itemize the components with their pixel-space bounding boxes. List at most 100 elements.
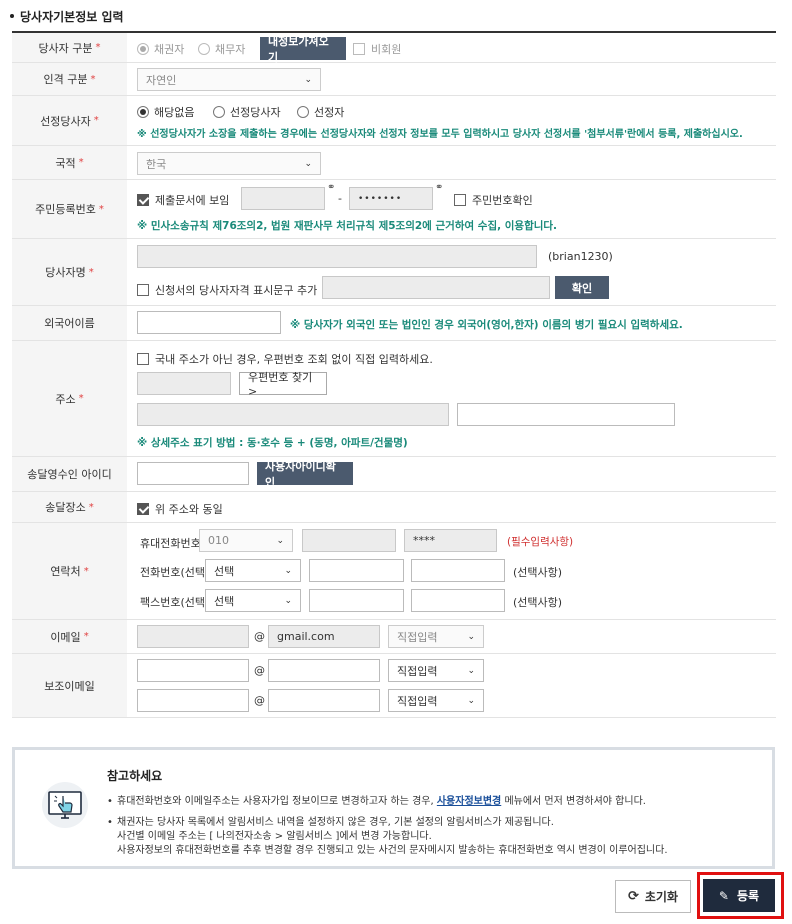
phrase-input[interactable] bbox=[322, 276, 550, 299]
address-note: ※ 상세주소 표기 방법 : 동·호수 등 + (동명, 아파트/건물명) bbox=[137, 437, 408, 449]
label-party-name: 당사자명 * bbox=[12, 239, 127, 305]
rrn-confirm-checkbox[interactable]: 주민번호확인 bbox=[454, 192, 533, 208]
reference-line-4: 사용자정보의 휴대전화번호를 추후 변경할 경우 진행되고 있는 사건의 문자메… bbox=[117, 845, 668, 856]
row-person-type: 인격 구분 * 자연인 ⌄ bbox=[12, 63, 776, 96]
sub-email-local-input-1[interactable] bbox=[137, 659, 249, 682]
mobile-required-note: (필수입력사항) bbox=[507, 536, 574, 548]
label-service-place: 송달장소 * bbox=[12, 492, 127, 522]
row-service-place: 송달장소 * 위 주소와 동일 bbox=[12, 492, 776, 523]
sub-email-at-2: @ bbox=[254, 694, 265, 707]
load-my-info-button[interactable]: 내정보가져오기 bbox=[260, 35, 346, 64]
label-person-type: 인격 구분 * bbox=[12, 63, 127, 95]
row-sub-email: 보조이메일 @ 직접입력 ⌄ @ 직접입력 ⌄ bbox=[12, 654, 776, 718]
add-phrase-checkbox[interactable]: 신청서의 당사자자격 표시문구 추가 bbox=[137, 282, 317, 298]
rrn-note: ※ 민사소송규칙 제76조의2, 법원 재판사무 처리규칙 제5조의2에 근거하… bbox=[137, 220, 558, 232]
fax-label: 팩스번호(선택) bbox=[140, 596, 210, 609]
user-info-change-link[interactable]: 사용자정보변경 bbox=[437, 796, 501, 807]
mobile-label: 휴대전화번호 bbox=[140, 537, 201, 550]
chevron-down-icon: ⌄ bbox=[284, 595, 292, 606]
user-id-check-button[interactable]: 사용자아이디확인 bbox=[257, 460, 353, 489]
show-in-doc-checkbox[interactable]: 제출문서에 보임 bbox=[137, 192, 229, 208]
row-rrn: 주민등록번호 * 제출문서에 보임 ⚭ - ••••••• ⚭ 주민번호확인 ※ … bbox=[12, 180, 776, 239]
label-contact: 연락처 * bbox=[12, 523, 127, 619]
label-rrn: 주민등록번호 * bbox=[12, 180, 127, 238]
label-nationality: 국적 * bbox=[12, 146, 127, 179]
rrn-front-input[interactable] bbox=[241, 187, 325, 210]
nonmember-checkbox[interactable]: 비회원 bbox=[353, 41, 401, 57]
row-contact: 연락처 * 휴대전화번호 010 ⌄ **** (필수입력사항) 전화번호(선택) … bbox=[12, 523, 776, 620]
row-elected-party: 선정당사자 * 해당없음 선정당사자 선정자 ※ 선정당사자가 소장을 제출하는 … bbox=[12, 96, 776, 146]
person-type-select[interactable]: 자연인 ⌄ bbox=[137, 68, 321, 91]
row-service-id: 송달영수인 아이디 사용자아이디확인 bbox=[12, 457, 776, 492]
reference-title: 참고하세요 bbox=[107, 769, 163, 783]
label-sub-email: 보조이메일 bbox=[12, 654, 127, 717]
fax-optional-note: (선택사항) bbox=[513, 596, 563, 609]
radio-elector[interactable]: 선정자 bbox=[297, 104, 344, 120]
address-input[interactable] bbox=[137, 403, 449, 426]
fax-middle-input[interactable] bbox=[309, 589, 404, 612]
radio-not-applicable[interactable]: 해당없음 bbox=[137, 104, 194, 120]
email-local-input[interactable] bbox=[137, 625, 249, 648]
foreign-name-input[interactable] bbox=[137, 311, 281, 334]
same-address-checkbox[interactable]: 위 주소와 동일 bbox=[137, 501, 223, 517]
sub-email-domain-select-1[interactable]: 직접입력 ⌄ bbox=[388, 659, 484, 682]
radio-elected-party[interactable]: 선정당사자 bbox=[213, 104, 281, 120]
row-email: 이메일 * @ gmail.com 직접입력 ⌄ bbox=[12, 620, 776, 654]
foreign-name-note: ※ 당사자가 외국인 또는 법인인 경우 외국어(영어,한자) 이름의 병기 필… bbox=[290, 319, 683, 331]
party-name-input[interactable] bbox=[137, 245, 537, 268]
party-user-id: (brian1230) bbox=[548, 250, 613, 263]
service-id-input[interactable] bbox=[137, 462, 249, 485]
mobile-last-input[interactable]: **** bbox=[404, 529, 497, 552]
fax-prefix-select[interactable]: 선택 ⌄ bbox=[205, 589, 301, 612]
rrn-back-input[interactable]: ••••••• bbox=[349, 187, 433, 210]
refresh-icon: ⟳ bbox=[627, 889, 639, 904]
sub-email-domain-select-2[interactable]: 직접입력 ⌄ bbox=[388, 689, 484, 712]
phone-optional-note: (선택사항) bbox=[513, 566, 563, 579]
postcode-search-button[interactable]: 우편번호 찾기 > bbox=[239, 371, 327, 398]
reference-line-2: • 채권자는 당사자 목록에서 알림서비스 내역을 설정하지 않은 경우, 기본 … bbox=[107, 817, 554, 828]
radio-creditor[interactable]: 채권자 bbox=[137, 41, 184, 57]
row-address: 주소 * 국내 주소가 아닌 경우, 우편번호 조회 없이 직접 입력하세요. 우… bbox=[12, 341, 776, 457]
phone-label: 전화번호(선택) bbox=[140, 566, 210, 579]
email-domain-input[interactable]: gmail.com bbox=[268, 625, 380, 648]
address-detail-input[interactable] bbox=[457, 403, 675, 426]
label-foreign-name: 외국어이름 bbox=[12, 306, 127, 340]
row-foreign-name: 외국어이름 ※ 당사자가 외국인 또는 법인인 경우 외국어(영어,한자) 이름… bbox=[12, 306, 776, 341]
label-email: 이메일 * bbox=[12, 620, 127, 653]
mobile-middle-input[interactable] bbox=[302, 529, 396, 552]
phone-middle-input[interactable] bbox=[309, 559, 404, 582]
chevron-down-icon: ⌄ bbox=[467, 695, 475, 706]
submit-button[interactable]: ✎ 등록 bbox=[703, 879, 775, 912]
fax-last-input[interactable] bbox=[411, 589, 505, 612]
sub-email-domain-input-2[interactable] bbox=[268, 689, 380, 712]
chevron-down-icon: ⌄ bbox=[304, 74, 312, 85]
nationality-select[interactable]: 한국 ⌄ bbox=[137, 152, 321, 175]
elected-party-note: ※ 선정당사자가 소장을 제출하는 경우에는 선정당사자와 선정자 정보를 모두… bbox=[137, 129, 743, 140]
mobile-prefix-select[interactable]: 010 ⌄ bbox=[199, 529, 293, 552]
phrase-confirm-button[interactable]: 확인 bbox=[555, 276, 609, 299]
row-nationality: 국적 * 한국 ⌄ bbox=[12, 146, 776, 180]
postcode-input[interactable] bbox=[137, 372, 231, 395]
touch-screen-icon bbox=[42, 782, 88, 828]
label-address: 주소 * bbox=[12, 341, 127, 456]
email-domain-select[interactable]: 직접입력 ⌄ bbox=[388, 625, 484, 648]
rrn-dash: - bbox=[338, 192, 342, 205]
reference-line-3: 사건별 이메일 주소는 [ 나의전자소송 > 알림서비스 ]에서 변경 가능합니… bbox=[117, 831, 432, 842]
row-party-name: 당사자명 * (brian1230) 신청서의 당사자자격 표시문구 추가 확인 bbox=[12, 239, 776, 306]
section-title: 당사자기본정보 입력 bbox=[10, 8, 124, 25]
row-party-type: 당사자 구분 * 채권자 채무자 내정보가져오기 비회원 bbox=[12, 33, 776, 64]
sub-email-at-1: @ bbox=[254, 664, 265, 677]
phone-prefix-select[interactable]: 선택 ⌄ bbox=[205, 559, 301, 582]
reference-box: 참고하세요 • 휴대전화번호와 이메일주소는 사용자가입 정보이므로 변경하고자 … bbox=[12, 747, 775, 869]
party-form: 당사자 구분 * 채권자 채무자 내정보가져오기 비회원 인격 구분 * 자연인 ⌄ … bbox=[12, 33, 776, 718]
reset-button[interactable]: ⟳ 초기화 bbox=[615, 880, 691, 913]
chevron-down-icon: ⌄ bbox=[304, 158, 312, 169]
label-elected-party: 선정당사자 * bbox=[12, 96, 127, 145]
pencil-icon: ✎ bbox=[718, 888, 729, 903]
radio-debtor[interactable]: 채무자 bbox=[198, 41, 245, 57]
phone-last-input[interactable] bbox=[411, 559, 505, 582]
overseas-address-checkbox[interactable]: 국내 주소가 아닌 경우, 우편번호 조회 없이 직접 입력하세요. bbox=[137, 351, 433, 367]
sub-email-local-input-2[interactable] bbox=[137, 689, 249, 712]
sub-email-domain-input-1[interactable] bbox=[268, 659, 380, 682]
chevron-down-icon: ⌄ bbox=[467, 665, 475, 676]
